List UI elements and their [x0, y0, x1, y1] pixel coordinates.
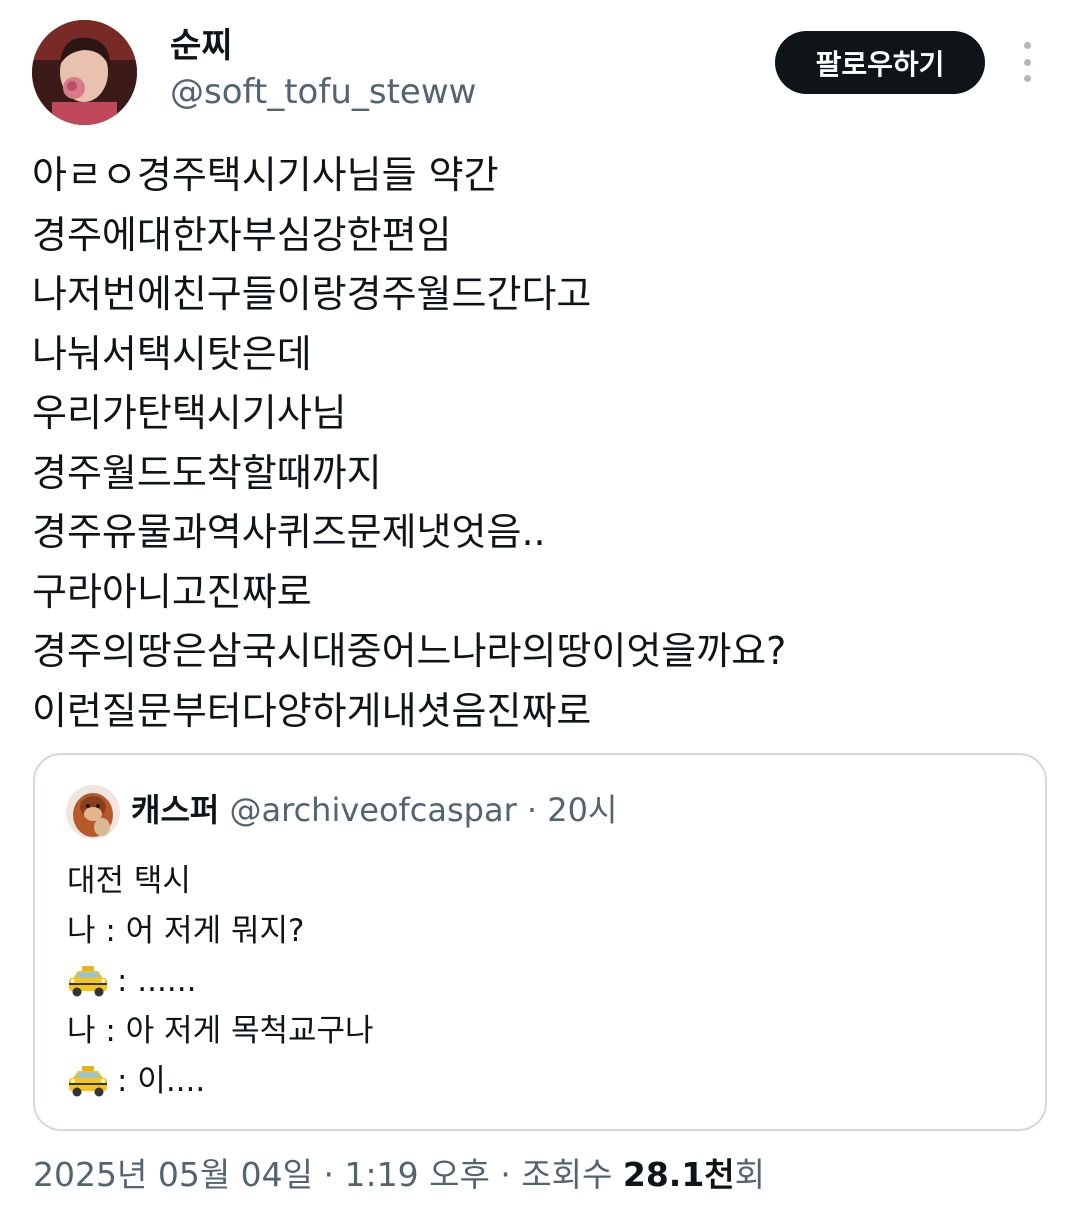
taxi-icon [67, 964, 109, 998]
quoted-tweet-card[interactable]: 캐스퍼 @archiveofcaspar · 20시 대전 택시 나 : 어 저… [33, 753, 1047, 1131]
tweet-line: 경주월드도착할때까지 [32, 450, 382, 495]
quote-line-text: 대전 택시 [67, 863, 191, 899]
quote-line-text: : 이.... [117, 1063, 206, 1099]
tweet-line: 구라아니고진짜로 [32, 569, 312, 614]
tweet-line: 나눠서택시탓은데 [32, 331, 312, 376]
quote-line-text: 나 : 어 저게 뭐지? [67, 913, 305, 949]
more-dot [1023, 75, 1031, 82]
quote-line: 나 : 어 저게 뭐지? [67, 906, 1017, 956]
quote-line: 나 : 아 저게 목척교구나 [67, 1006, 1017, 1056]
quote-text: 대전 택시 나 : 어 저게 뭐지? : ...... 나: 아 저게 목척교… [67, 856, 1017, 1106]
quote-line: : ...... [67, 956, 1017, 1006]
tweet-line: 경주유물과역사퀴즈문제냇엇음.. [32, 510, 546, 554]
author-handle[interactable]: @soft_tofu_steww [170, 72, 476, 112]
quote-line: 대전 택시 [67, 856, 1017, 906]
tweet-line: 나저번에친구들이랑경주월드간다고 [32, 272, 592, 316]
quote-author-handle: @archiveofcaspar [229, 791, 517, 829]
tweet-line: 아ㄹㅇ경주택시기사님들 약간 [32, 153, 499, 197]
tweet-line: 이런질문부터다양하게내셧음진짜로 [32, 688, 592, 733]
tweet-line: 우리가탄택시기사님 [32, 391, 347, 435]
orangutan-avatar-image [66, 785, 120, 839]
tweet-line: 경주의땅은삼국시대중어느나라의땅이엇을까요? [32, 629, 787, 673]
tweet-line: 경주에대한자부심강한편임 [32, 212, 452, 257]
quote-line-text: 나 : 아 저게 목척교구나 [67, 1013, 374, 1049]
tweet-datetime[interactable]: 2025년 05월 04일 · 1:19 오후 · 조회수 [33, 1155, 623, 1194]
more-dot [1023, 42, 1031, 49]
more-vertical-icon[interactable] [1010, 42, 1044, 82]
view-count: 28.1천 [622, 1155, 735, 1194]
view-count-suffix: 회 [734, 1155, 766, 1194]
quote-line: : 이.... [67, 1056, 1017, 1106]
more-dot [1023, 58, 1031, 66]
follow-button[interactable]: 팔로우하기 [775, 31, 985, 94]
quote-header: 캐스퍼 @archiveofcaspar · 20시 [131, 788, 617, 832]
author-avatar[interactable] [32, 20, 137, 125]
quote-line-text: : ...... [117, 963, 197, 999]
quote-author-name: 캐스퍼 [131, 791, 220, 829]
quote-timestamp: 20시 [547, 791, 618, 829]
tweet-text: 아ㄹㅇ경주택시기사님들 약간 경주에대한자부심강한편임 나저번에친구들이랑경주월… [32, 146, 1042, 741]
taxi-icon [67, 1064, 109, 1098]
author-display-name[interactable]: 순찌 [170, 26, 233, 66]
tweet-metadata: 2025년 05월 04일 · 1:19 오후 · 조회수 28.1천회 [33, 1152, 765, 1198]
quote-separator: · [526, 791, 538, 829]
quote-author-avatar [66, 785, 120, 839]
avatar-image [32, 20, 137, 125]
